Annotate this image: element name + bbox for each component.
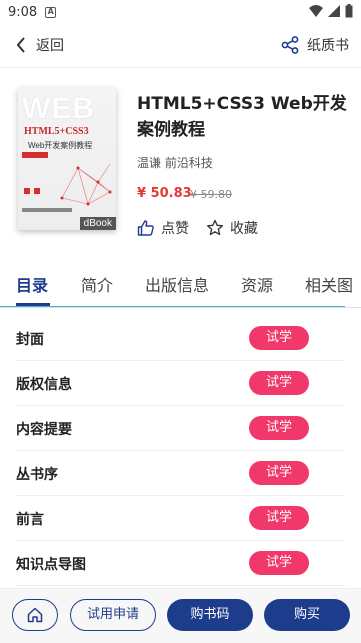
toc-label: 封面 xyxy=(16,332,44,348)
tab-intro[interactable]: 简介 xyxy=(81,272,113,296)
toc-label: 版权信息 xyxy=(16,377,72,393)
tab-publication-info[interactable]: 出版信息 xyxy=(145,272,209,296)
tab-bar: 目录 简介 出版信息 资源 相关图 xyxy=(0,262,361,308)
toc-row[interactable]: 知识点导图 试学 xyxy=(16,541,345,586)
purchase-code-button[interactable]: 购书码 xyxy=(167,599,253,631)
like-label: 点赞 xyxy=(161,221,189,237)
battery-icon xyxy=(345,4,353,18)
cover-decoration xyxy=(22,152,48,158)
book-price: ¥ 50.83 xyxy=(137,186,192,201)
star-icon xyxy=(206,219,224,236)
notification-a-icon: A xyxy=(45,6,57,18)
tab-resources[interactable]: 资源 xyxy=(241,272,273,296)
toc-row[interactable]: 前言 试学 xyxy=(16,496,345,541)
back-button[interactable]: 返回 xyxy=(16,35,64,55)
chevron-left-icon xyxy=(16,37,25,53)
toc-label: 丛书序 xyxy=(16,467,58,483)
buy-button[interactable]: 购买 xyxy=(264,599,350,631)
trial-button[interactable]: 试学 xyxy=(249,506,309,530)
toc-row[interactable]: 丛书序 试学 xyxy=(16,451,345,496)
home-button[interactable] xyxy=(12,599,58,631)
favorite-button[interactable]: 收藏 xyxy=(206,218,258,238)
top-navigation-bar: 返回 纸质书 xyxy=(0,24,361,68)
cover-big-text: WEB xyxy=(22,92,95,125)
tab-related[interactable]: 相关图 xyxy=(305,272,353,296)
toc-row[interactable]: 版权信息 试学 xyxy=(16,361,345,406)
trial-apply-button[interactable]: 试用申请 xyxy=(70,599,156,631)
home-icon xyxy=(27,607,43,623)
paper-book-button[interactable]: 纸质书 xyxy=(281,35,349,55)
toc-label: 内容提要 xyxy=(16,422,72,438)
cover-network-graphic xyxy=(60,163,112,206)
tab-contents[interactable]: 目录 xyxy=(16,272,48,296)
status-icons xyxy=(309,4,353,18)
book-original-price: ¥ 59.80 xyxy=(190,188,232,201)
like-button[interactable]: 点赞 xyxy=(137,218,189,238)
toc-row[interactable]: 内容提要 试学 xyxy=(16,406,345,451)
tab-divider xyxy=(0,306,345,307)
cover-subtitle: Web开发案例教程 xyxy=(28,141,93,150)
thumbs-up-icon xyxy=(137,220,154,236)
cover-decoration xyxy=(34,188,40,194)
status-time: 9:08 xyxy=(8,4,38,20)
share-icon xyxy=(281,36,299,54)
trial-button[interactable]: 试学 xyxy=(249,551,309,575)
favorite-label: 收藏 xyxy=(230,221,258,237)
trial-button[interactable]: 试学 xyxy=(249,461,309,485)
cover-decoration xyxy=(24,188,30,194)
trial-button[interactable]: 试学 xyxy=(249,371,309,395)
back-label: 返回 xyxy=(36,38,64,54)
status-bar: 9:08 A xyxy=(0,0,361,24)
signal-icon xyxy=(328,5,340,17)
trial-button[interactable]: 试学 xyxy=(249,326,309,350)
trial-button[interactable]: 试学 xyxy=(249,416,309,440)
book-cover[interactable]: WEB HTML5+CSS3 Web开发案例教程 dBook xyxy=(18,88,116,230)
dbook-badge: dBook xyxy=(79,217,116,230)
paper-book-label: 纸质书 xyxy=(307,38,349,54)
bottom-action-bar: 试用申请 购书码 购买 xyxy=(0,588,361,643)
book-authors: 温谦 前沿科技 xyxy=(137,156,213,170)
toc-label: 前言 xyxy=(16,512,44,528)
cover-title: HTML5+CSS3 xyxy=(24,126,89,137)
toc-label: 知识点导图 xyxy=(16,557,86,573)
toc-row[interactable]: 封面 试学 xyxy=(16,316,345,361)
book-title: HTML5+CSS3 Web开发案例教程 xyxy=(137,94,347,140)
wifi-icon xyxy=(309,5,323,17)
